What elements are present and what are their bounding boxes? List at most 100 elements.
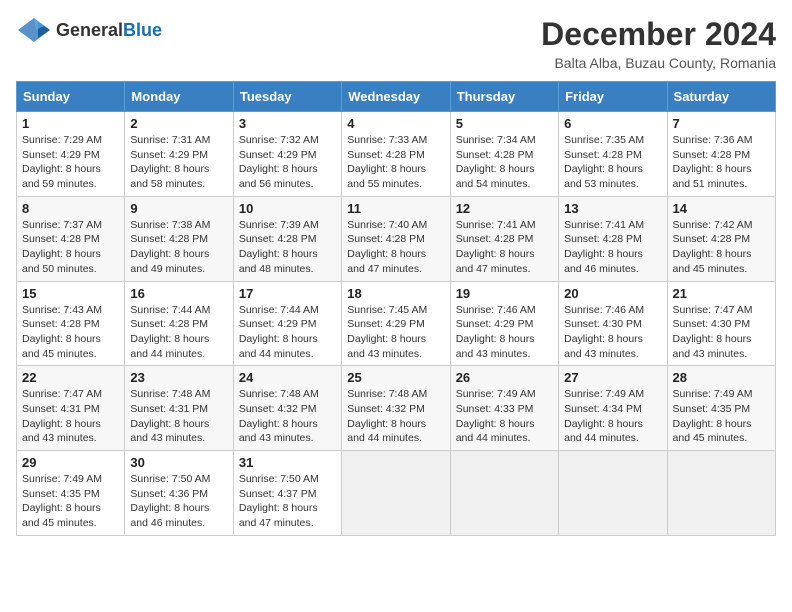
day-info: Sunrise: 7:37 AM Sunset: 4:28 PM Dayligh… [22, 218, 119, 277]
day-info: Sunrise: 7:49 AM Sunset: 4:34 PM Dayligh… [564, 387, 661, 446]
sunset: Sunset: 4:29 PM [347, 318, 425, 330]
day-info: Sunrise: 7:35 AM Sunset: 4:28 PM Dayligh… [564, 133, 661, 192]
calendar-week-5: 29 Sunrise: 7:49 AM Sunset: 4:35 PM Dayl… [17, 451, 776, 536]
sunrise: Sunrise: 7:29 AM [22, 134, 102, 146]
daylight: Daylight: 8 hours and 55 minutes. [347, 163, 426, 190]
sunrise: Sunrise: 7:46 AM [456, 304, 536, 316]
day-info: Sunrise: 7:47 AM Sunset: 4:30 PM Dayligh… [673, 303, 770, 362]
sunset: Sunset: 4:29 PM [130, 149, 208, 161]
sunrise: Sunrise: 7:32 AM [239, 134, 319, 146]
sunrise: Sunrise: 7:47 AM [22, 388, 102, 400]
sunrise: Sunrise: 7:40 AM [347, 219, 427, 231]
day-info: Sunrise: 7:48 AM Sunset: 4:31 PM Dayligh… [130, 387, 227, 446]
sunrise: Sunrise: 7:48 AM [239, 388, 319, 400]
day-info: Sunrise: 7:36 AM Sunset: 4:28 PM Dayligh… [673, 133, 770, 192]
sunset: Sunset: 4:28 PM [347, 233, 425, 245]
sunrise: Sunrise: 7:46 AM [564, 304, 644, 316]
logo-blue: Blue [123, 20, 162, 40]
day-number: 22 [22, 370, 119, 385]
calendar-week-1: 1 Sunrise: 7:29 AM Sunset: 4:29 PM Dayli… [17, 112, 776, 197]
day-info: Sunrise: 7:46 AM Sunset: 4:29 PM Dayligh… [456, 303, 553, 362]
day-info: Sunrise: 7:49 AM Sunset: 4:35 PM Dayligh… [22, 472, 119, 531]
daylight: Daylight: 8 hours and 48 minutes. [239, 248, 318, 275]
daylight: Daylight: 8 hours and 43 minutes. [456, 333, 535, 360]
daylight: Daylight: 8 hours and 47 minutes. [456, 248, 535, 275]
sunrise: Sunrise: 7:44 AM [239, 304, 319, 316]
table-row: 2 Sunrise: 7:31 AM Sunset: 4:29 PM Dayli… [125, 112, 233, 197]
daylight: Daylight: 8 hours and 45 minutes. [22, 502, 101, 529]
day-info: Sunrise: 7:42 AM Sunset: 4:28 PM Dayligh… [673, 218, 770, 277]
day-info: Sunrise: 7:48 AM Sunset: 4:32 PM Dayligh… [347, 387, 444, 446]
daylight: Daylight: 8 hours and 43 minutes. [130, 418, 209, 445]
sunrise: Sunrise: 7:50 AM [239, 473, 319, 485]
table-row: 15 Sunrise: 7:43 AM Sunset: 4:28 PM Dayl… [17, 281, 125, 366]
sunrise: Sunrise: 7:38 AM [130, 219, 210, 231]
day-info: Sunrise: 7:33 AM Sunset: 4:28 PM Dayligh… [347, 133, 444, 192]
sunrise: Sunrise: 7:36 AM [673, 134, 753, 146]
table-row: 25 Sunrise: 7:48 AM Sunset: 4:32 PM Dayl… [342, 366, 450, 451]
sunrise: Sunrise: 7:34 AM [456, 134, 536, 146]
daylight: Daylight: 8 hours and 58 minutes. [130, 163, 209, 190]
day-number: 19 [456, 286, 553, 301]
table-row [450, 451, 558, 536]
day-info: Sunrise: 7:32 AM Sunset: 4:29 PM Dayligh… [239, 133, 336, 192]
sunset: Sunset: 4:29 PM [239, 149, 317, 161]
sunset: Sunset: 4:28 PM [564, 149, 642, 161]
sunrise: Sunrise: 7:49 AM [456, 388, 536, 400]
table-row: 23 Sunrise: 7:48 AM Sunset: 4:31 PM Dayl… [125, 366, 233, 451]
table-row: 8 Sunrise: 7:37 AM Sunset: 4:28 PM Dayli… [17, 196, 125, 281]
table-row: 22 Sunrise: 7:47 AM Sunset: 4:31 PM Dayl… [17, 366, 125, 451]
table-row: 4 Sunrise: 7:33 AM Sunset: 4:28 PM Dayli… [342, 112, 450, 197]
table-row: 12 Sunrise: 7:41 AM Sunset: 4:28 PM Dayl… [450, 196, 558, 281]
day-info: Sunrise: 7:44 AM Sunset: 4:29 PM Dayligh… [239, 303, 336, 362]
daylight: Daylight: 8 hours and 44 minutes. [347, 418, 426, 445]
day-info: Sunrise: 7:29 AM Sunset: 4:29 PM Dayligh… [22, 133, 119, 192]
day-number: 14 [673, 201, 770, 216]
day-number: 24 [239, 370, 336, 385]
daylight: Daylight: 8 hours and 47 minutes. [347, 248, 426, 275]
day-number: 2 [130, 116, 227, 131]
sunset: Sunset: 4:28 PM [456, 149, 534, 161]
sunset: Sunset: 4:32 PM [239, 403, 317, 415]
daylight: Daylight: 8 hours and 49 minutes. [130, 248, 209, 275]
sunrise: Sunrise: 7:43 AM [22, 304, 102, 316]
daylight: Daylight: 8 hours and 45 minutes. [673, 418, 752, 445]
daylight: Daylight: 8 hours and 44 minutes. [564, 418, 643, 445]
sunset: Sunset: 4:28 PM [456, 233, 534, 245]
sunrise: Sunrise: 7:45 AM [347, 304, 427, 316]
sunset: Sunset: 4:33 PM [456, 403, 534, 415]
sunset: Sunset: 4:28 PM [22, 318, 100, 330]
day-number: 25 [347, 370, 444, 385]
page-header: GeneralBlue December 2024 Balta Alba, Bu… [16, 16, 776, 71]
day-number: 4 [347, 116, 444, 131]
daylight: Daylight: 8 hours and 43 minutes. [673, 333, 752, 360]
day-number: 29 [22, 455, 119, 470]
table-row: 21 Sunrise: 7:47 AM Sunset: 4:30 PM Dayl… [667, 281, 775, 366]
day-info: Sunrise: 7:50 AM Sunset: 4:36 PM Dayligh… [130, 472, 227, 531]
calendar-week-2: 8 Sunrise: 7:37 AM Sunset: 4:28 PM Dayli… [17, 196, 776, 281]
calendar-table: Sunday Monday Tuesday Wednesday Thursday… [16, 81, 776, 536]
daylight: Daylight: 8 hours and 59 minutes. [22, 163, 101, 190]
sunset: Sunset: 4:28 PM [564, 233, 642, 245]
sunrise: Sunrise: 7:39 AM [239, 219, 319, 231]
main-title: December 2024 [541, 16, 776, 53]
sunrise: Sunrise: 7:37 AM [22, 219, 102, 231]
subtitle: Balta Alba, Buzau County, Romania [541, 55, 776, 71]
col-monday: Monday [125, 82, 233, 112]
daylight: Daylight: 8 hours and 46 minutes. [564, 248, 643, 275]
day-number: 12 [456, 201, 553, 216]
sunrise: Sunrise: 7:44 AM [130, 304, 210, 316]
sunset: Sunset: 4:35 PM [673, 403, 751, 415]
daylight: Daylight: 8 hours and 54 minutes. [456, 163, 535, 190]
day-number: 8 [22, 201, 119, 216]
sunset: Sunset: 4:28 PM [673, 233, 751, 245]
day-info: Sunrise: 7:31 AM Sunset: 4:29 PM Dayligh… [130, 133, 227, 192]
table-row: 1 Sunrise: 7:29 AM Sunset: 4:29 PM Dayli… [17, 112, 125, 197]
day-info: Sunrise: 7:34 AM Sunset: 4:28 PM Dayligh… [456, 133, 553, 192]
day-info: Sunrise: 7:48 AM Sunset: 4:32 PM Dayligh… [239, 387, 336, 446]
daylight: Daylight: 8 hours and 43 minutes. [22, 418, 101, 445]
daylight: Daylight: 8 hours and 45 minutes. [22, 333, 101, 360]
calendar-week-4: 22 Sunrise: 7:47 AM Sunset: 4:31 PM Dayl… [17, 366, 776, 451]
sunset: Sunset: 4:35 PM [22, 488, 100, 500]
sunrise: Sunrise: 7:48 AM [347, 388, 427, 400]
